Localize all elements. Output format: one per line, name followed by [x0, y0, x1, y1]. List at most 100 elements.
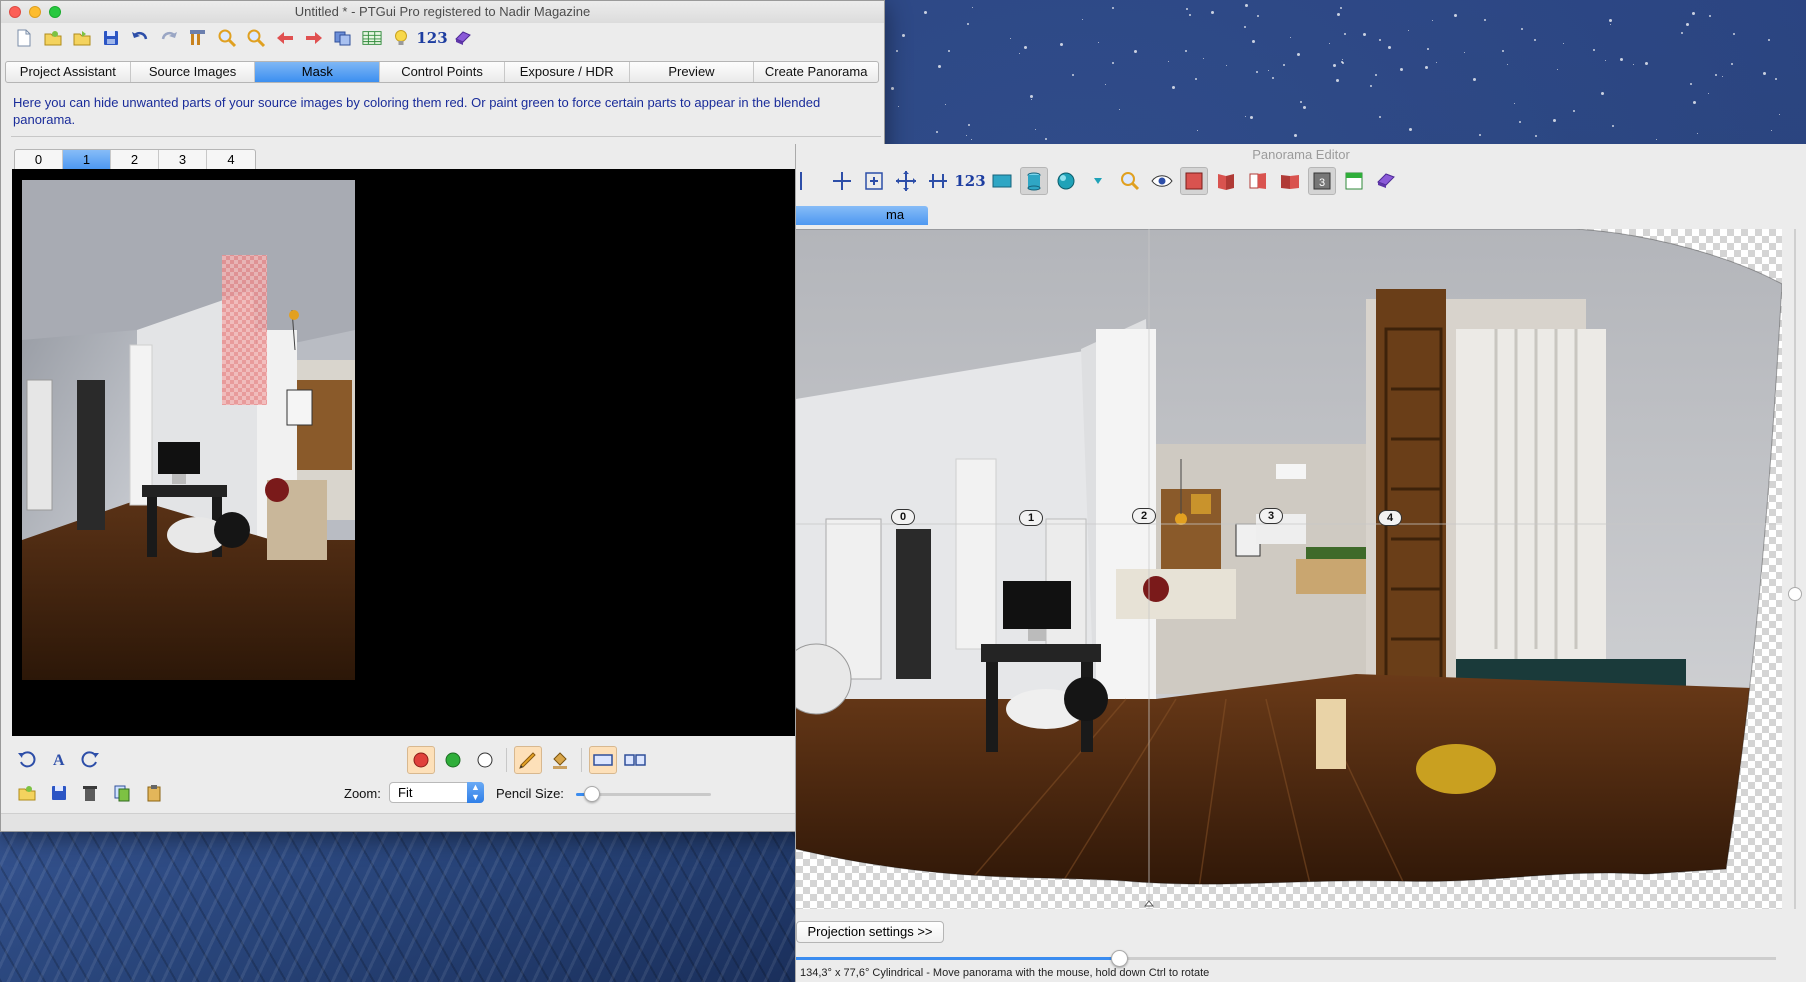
eye-icon[interactable]	[1148, 167, 1176, 195]
single-view-icon[interactable]	[589, 746, 617, 774]
lightbulb-icon[interactable]	[388, 25, 414, 51]
window-zoom-button[interactable]	[49, 6, 61, 18]
image-tab-4[interactable]: 4	[207, 150, 255, 169]
star-decoration	[1245, 115, 1247, 117]
red-mask-brush-icon[interactable]	[407, 746, 435, 774]
table-icon[interactable]	[359, 25, 385, 51]
star-decoration	[1297, 53, 1301, 57]
slider-thumb[interactable]	[1788, 587, 1802, 601]
open-folder-icon[interactable]	[40, 25, 66, 51]
star-decoration	[1271, 77, 1274, 80]
image-tab-1[interactable]: 1	[63, 150, 111, 169]
window-close-button[interactable]	[9, 6, 21, 18]
panorama-preview-canvas[interactable]: 0 1 2 3 4	[796, 229, 1782, 909]
image-overlay-2-icon[interactable]	[1212, 167, 1240, 195]
eraser-mask-brush-icon[interactable]	[471, 746, 499, 774]
zoom-value: Fit	[398, 785, 413, 800]
save-mask-icon[interactable]	[45, 779, 73, 807]
fill-tool-icon[interactable]	[546, 746, 574, 774]
image-marker-1[interactable]: 1	[1019, 510, 1043, 526]
chevron-updown-icon[interactable]: ▲ ▼	[467, 782, 484, 803]
star-decoration	[890, 87, 894, 91]
star-decoration	[1342, 62, 1345, 65]
image-tab-0[interactable]: 0	[15, 150, 63, 169]
fit-panorama-icon[interactable]	[860, 167, 888, 195]
open-recent-icon[interactable]	[69, 25, 95, 51]
redo-icon[interactable]	[156, 25, 182, 51]
new-document-icon[interactable]	[11, 25, 37, 51]
star-decoration	[1378, 39, 1381, 42]
tab-project-assistant[interactable]: Project Assistant	[6, 62, 131, 82]
tools-icon[interactable]	[185, 25, 211, 51]
star-decoration	[1339, 7, 1342, 10]
split-view-icon[interactable]	[621, 746, 649, 774]
tab-control-points[interactable]: Control Points	[380, 62, 505, 82]
star-decoration	[1243, 25, 1246, 28]
tab-create-panorama[interactable]: Create Panorama	[754, 62, 878, 82]
source-image-photo[interactable]	[22, 180, 355, 680]
zoom-select[interactable]: Fit ▲ ▼	[389, 782, 484, 803]
center-point-icon[interactable]	[828, 167, 856, 195]
rectilinear-icon[interactable]	[988, 167, 1016, 195]
auto-mask-icon[interactable]: A	[45, 745, 73, 773]
paste-mask-icon[interactable]	[140, 779, 168, 807]
spherical-icon[interactable]	[1052, 167, 1080, 195]
slider-thumb[interactable]	[584, 786, 601, 802]
rotate-left-icon[interactable]	[13, 745, 41, 773]
image-marker-3[interactable]: 3	[1259, 508, 1283, 524]
image-overlay-1-icon[interactable]	[1180, 167, 1208, 195]
star-decoration	[1333, 64, 1337, 68]
star-decoration	[1341, 58, 1343, 60]
image-marker-4[interactable]: 4	[1378, 510, 1402, 526]
pencil-size-slider[interactable]	[576, 786, 711, 802]
arrow-left-icon[interactable]	[272, 25, 298, 51]
rotate-right-icon[interactable]	[76, 745, 104, 773]
desktop-rock-area	[0, 830, 800, 982]
delete-mask-icon[interactable]	[76, 779, 104, 807]
load-mask-icon[interactable]	[13, 779, 41, 807]
batch-icon[interactable]	[450, 25, 476, 51]
save-icon[interactable]	[98, 25, 124, 51]
horizontal-fov-slider[interactable]	[796, 950, 1776, 967]
numbered-view-icon[interactable]: 3	[1308, 167, 1336, 195]
paint-tools	[407, 746, 649, 774]
image-tab-2[interactable]: 2	[111, 150, 159, 169]
zoom-in-icon[interactable]	[214, 25, 240, 51]
straighten-icon[interactable]	[924, 167, 952, 195]
zoom-icon[interactable]	[1116, 167, 1144, 195]
projection-settings-button[interactable]: Projection settings >>	[796, 921, 944, 943]
tab-mask[interactable]: Mask	[255, 62, 381, 82]
numbers-icon[interactable]: 123	[954, 167, 985, 195]
copy-mask-icon[interactable]	[108, 779, 136, 807]
image-marker-0[interactable]: 0	[891, 509, 915, 525]
vertical-fov-slider[interactable]	[1785, 229, 1805, 909]
grid-icon[interactable]	[796, 167, 824, 195]
star-decoration	[1779, 114, 1781, 116]
window-minimize-button[interactable]	[29, 6, 41, 18]
image-overlay-3-icon[interactable]	[1244, 167, 1272, 195]
star-decoration	[1722, 76, 1724, 78]
image-marker-2[interactable]: 2	[1132, 508, 1156, 524]
numbers-icon[interactable]: 123	[416, 25, 447, 51]
tab-source-images[interactable]: Source Images	[131, 62, 256, 82]
batch-icon[interactable]	[1372, 167, 1400, 195]
tab-exposure-hdr[interactable]: Exposure / HDR	[505, 62, 630, 82]
star-decoration	[1556, 68, 1558, 70]
tab-panorama[interactable]: ma	[796, 206, 928, 225]
arrow-right-icon[interactable]	[301, 25, 327, 51]
window-view-icon[interactable]	[1340, 167, 1368, 195]
cylindrical-icon[interactable]	[1020, 167, 1048, 195]
layers-icon[interactable]	[330, 25, 356, 51]
image-tab-3[interactable]: 3	[159, 150, 207, 169]
image-overlay-4-icon[interactable]	[1276, 167, 1304, 195]
tab-preview[interactable]: Preview	[630, 62, 755, 82]
move-icon[interactable]	[892, 167, 920, 195]
slider-thumb[interactable]	[1111, 950, 1129, 967]
green-mask-brush-icon[interactable]	[439, 746, 467, 774]
projection-dropdown-icon[interactable]	[1084, 167, 1112, 195]
mask-editor-canvas[interactable]	[12, 169, 876, 736]
pencil-icon[interactable]	[514, 746, 542, 774]
zoom-out-icon[interactable]	[243, 25, 269, 51]
undo-icon[interactable]	[127, 25, 153, 51]
star-decoration	[1620, 57, 1624, 61]
